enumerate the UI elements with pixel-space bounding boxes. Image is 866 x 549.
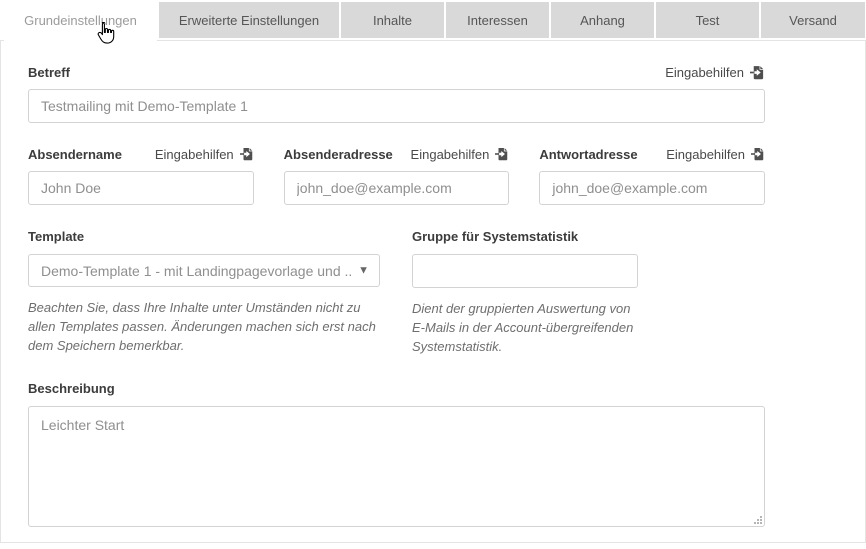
eingabehilfen-label: Eingabehilfen [666,147,745,162]
template-select[interactable]: Demo-Template 1 - mit Landingpagevorlage… [28,254,380,287]
template-field: Template Demo-Template 1 - mit Landingpa… [28,229,380,356]
absenderadresse-label: Absenderadresse [284,147,393,162]
absenderadresse-input[interactable] [284,171,510,205]
insert-into-field-icon[interactable] [750,65,765,80]
absendername-eingabehilfen-link[interactable]: Eingabehilfen [155,147,254,162]
beschreibung-label: Beschreibung [28,381,766,397]
eingabehilfen-label: Eingabehilfen [411,147,490,162]
betreff-label: Betreff [28,65,70,80]
tab-anhang[interactable]: Anhang [551,2,654,38]
insert-into-field-icon[interactable] [240,147,254,161]
tab-versand[interactable]: Versand [761,2,865,38]
eingabehilfen-label: Eingabehilfen [665,65,744,80]
statistik-gruppe-label: Gruppe für Systemstatistik [412,229,652,245]
tab-grundeinstellungen[interactable]: Grundeinstellungen [4,0,157,41]
eingabehilfen-label: Eingabehilfen [155,147,234,162]
insert-into-field-icon[interactable] [495,147,509,161]
panel-body: Betreff Eingabehilfen Absendername [0,40,866,543]
beschreibung-textarea[interactable]: Leichter Start [28,406,765,527]
absendername-field: Absendername Eingabehilfen [28,146,254,205]
antwortadresse-input[interactable] [539,171,765,205]
tab-interessen[interactable]: Interessen [446,2,549,38]
textarea-resize-grip[interactable] [753,515,763,525]
statistik-gruppe-help-text: Dient der gruppierten Auswertung von E-M… [412,299,640,356]
sender-row: Absendername Eingabehilfen [28,146,765,205]
statistik-gruppe-input[interactable] [412,254,638,288]
mailing-settings-panel: Grundeinstellungen Erweiterte Einstellun… [0,0,866,549]
betreff-header: Betreff Eingabehilfen [28,64,765,80]
betreff-input[interactable] [28,89,765,123]
absendername-input[interactable] [28,171,254,205]
beschreibung-field: Beschreibung Leichter Start [28,381,766,527]
statistik-gruppe-field: Gruppe für Systemstatistik Dient der gru… [412,229,652,356]
antwortadresse-label: Antwortadresse [539,147,637,162]
chevron-down-icon: ▼ [358,264,369,276]
tab-inhalte[interactable]: Inhalte [341,2,444,38]
form-content: Betreff Eingabehilfen Absendername [1,41,766,527]
template-help-text: Beachten Sie, dass Ihre Inhalte unter Um… [28,298,388,355]
insert-into-field-icon[interactable] [751,147,765,161]
tab-bar: Grundeinstellungen Erweiterte Einstellun… [0,0,866,40]
tab-test[interactable]: Test [656,2,759,38]
tab-erweiterte-einstellungen[interactable]: Erweiterte Einstellungen [159,2,339,38]
absendername-label: Absendername [28,147,122,162]
template-label: Template [28,229,380,245]
template-selected-option: Demo-Template 1 - mit Landingpagevorlage… [41,263,353,279]
antwortadresse-field: Antwortadresse Eingabehilfen [539,146,765,205]
betreff-eingabehilfen-link[interactable]: Eingabehilfen [665,65,765,80]
absenderadresse-eingabehilfen-link[interactable]: Eingabehilfen [411,147,510,162]
template-row: Template Demo-Template 1 - mit Landingpa… [28,229,765,356]
absenderadresse-field: Absenderadresse Eingabehilfen [284,146,510,205]
antwortadresse-eingabehilfen-link[interactable]: Eingabehilfen [666,147,765,162]
